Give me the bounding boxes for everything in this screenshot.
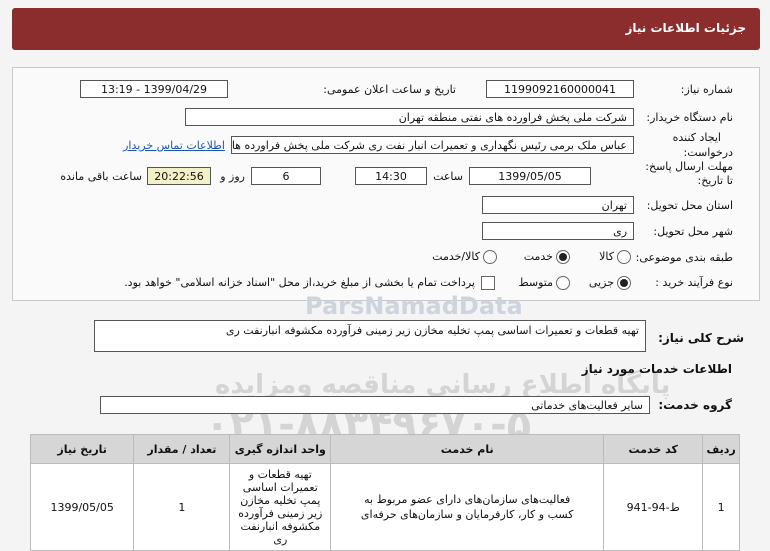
col-header-code: کد خدمت xyxy=(603,434,704,464)
deadline-label: مهلت ارسال پاسخ: xyxy=(645,160,733,173)
buyer-field: شرکت ملی پخش فراورده های نفتی منطقه تهرا… xyxy=(185,108,634,126)
process-radio-minor[interactable] xyxy=(617,276,631,290)
description-field: تهیه قطعات و تعمیرات اساسی پمپ تخلیه مخا… xyxy=(94,320,646,352)
description-label: شرح کلی نیاز: xyxy=(658,331,744,345)
treasury-payment-checkbox[interactable] xyxy=(481,276,495,290)
page-title: جزئیات اطلاعات نیاز xyxy=(625,21,746,35)
deadline-time-field: 14:30 xyxy=(355,167,427,185)
city-label: شهر محل تحویل: xyxy=(653,225,733,238)
table-header-row: ردیف کد خدمت نام خدمت واحد اندازه گیری ت… xyxy=(29,434,740,464)
cell-unit: تهیه قطعات و تعمیرات اساسی پمپ تخلیه مخا… xyxy=(229,463,332,551)
cell-date: 1399/05/05 xyxy=(29,463,135,551)
province-field: تهران xyxy=(482,196,634,214)
need-number-label: شماره نیاز: xyxy=(680,83,733,96)
process-radio-medium[interactable] xyxy=(556,276,570,290)
table-row: 1 ط-94-941 فعالیت‌های سازمان‌های دارای ع… xyxy=(29,463,740,551)
announce-label: تاریخ و ساعت اعلان عمومی: xyxy=(323,83,456,96)
services-section-title: اطلاعات خدمات مورد نیاز xyxy=(581,362,732,376)
category-radio-goods-service[interactable] xyxy=(483,250,497,264)
buyer-label: نام دستگاه خریدار: xyxy=(646,111,733,124)
need-number-field: 1199092160000041 xyxy=(486,80,634,98)
deadline-label-2: تا تاریخ: xyxy=(697,174,733,187)
time-label: ساعت xyxy=(433,170,463,183)
need-details-panel: شماره نیاز: 1199092160000041 تاریخ و ساع… xyxy=(12,67,760,301)
category-label: طبقه بندی موضوعی: xyxy=(635,251,733,264)
col-header-unit: واحد اندازه گیری xyxy=(229,434,332,464)
announce-datetime-field: 1399/04/29 - 13:19 xyxy=(80,80,228,98)
treasury-payment-text: پرداخت تمام یا بخشی از مبلغ خرید،از محل … xyxy=(124,276,475,289)
province-label: استان محل تحویل: xyxy=(646,199,733,212)
service-group-label: گروه خدمت: xyxy=(658,398,732,412)
creator-field: عباس ملک برمی رئیس نگهداری و تعمیرات انب… xyxy=(231,136,634,154)
remaining-time-field: 20:22:56 xyxy=(147,167,211,185)
category-radio-goods[interactable] xyxy=(617,250,631,264)
cell-code: ط-94-941 xyxy=(603,463,704,551)
col-header-row: ردیف xyxy=(702,434,740,464)
col-header-date: تاریخ نیاز xyxy=(29,434,135,464)
creator-label: ایجاد کننده xyxy=(672,131,721,144)
city-field: ری xyxy=(482,222,634,240)
deadline-date-field: 1399/05/05 xyxy=(469,167,591,185)
category-option-service: خدمت xyxy=(523,250,553,263)
cell-name: فعالیت‌های سازمان‌های دارای عضو مربوط به… xyxy=(330,463,605,551)
remaining-label: ساعت باقی مانده xyxy=(60,170,142,183)
days-label: روز و xyxy=(220,170,245,183)
process-label: نوع فرآیند خرید : xyxy=(655,276,733,289)
creator-label-2: درخواست: xyxy=(683,146,733,159)
col-header-qty: تعداد / مقدار xyxy=(133,434,231,464)
buyer-contact-link[interactable]: اطلاعات تماس خریدار xyxy=(123,139,225,152)
category-option-goods: کالا xyxy=(599,250,614,263)
process-option-minor: جزیی xyxy=(588,276,614,289)
category-radio-service[interactable] xyxy=(556,250,570,264)
page-header: جزئیات اطلاعات نیاز xyxy=(12,8,760,50)
service-group-field: سایر فعالیت‌های خدماتی xyxy=(100,396,650,414)
col-header-name: نام خدمت xyxy=(330,434,605,464)
category-option-goods-service: کالا/خدمت xyxy=(432,250,480,263)
cell-qty: 1 xyxy=(133,463,231,551)
process-option-medium: متوسط xyxy=(518,276,553,289)
services-table: ردیف کد خدمت نام خدمت واحد اندازه گیری ت… xyxy=(29,434,740,551)
days-remaining-field: 6 xyxy=(251,167,321,185)
cell-row: 1 xyxy=(702,463,740,551)
